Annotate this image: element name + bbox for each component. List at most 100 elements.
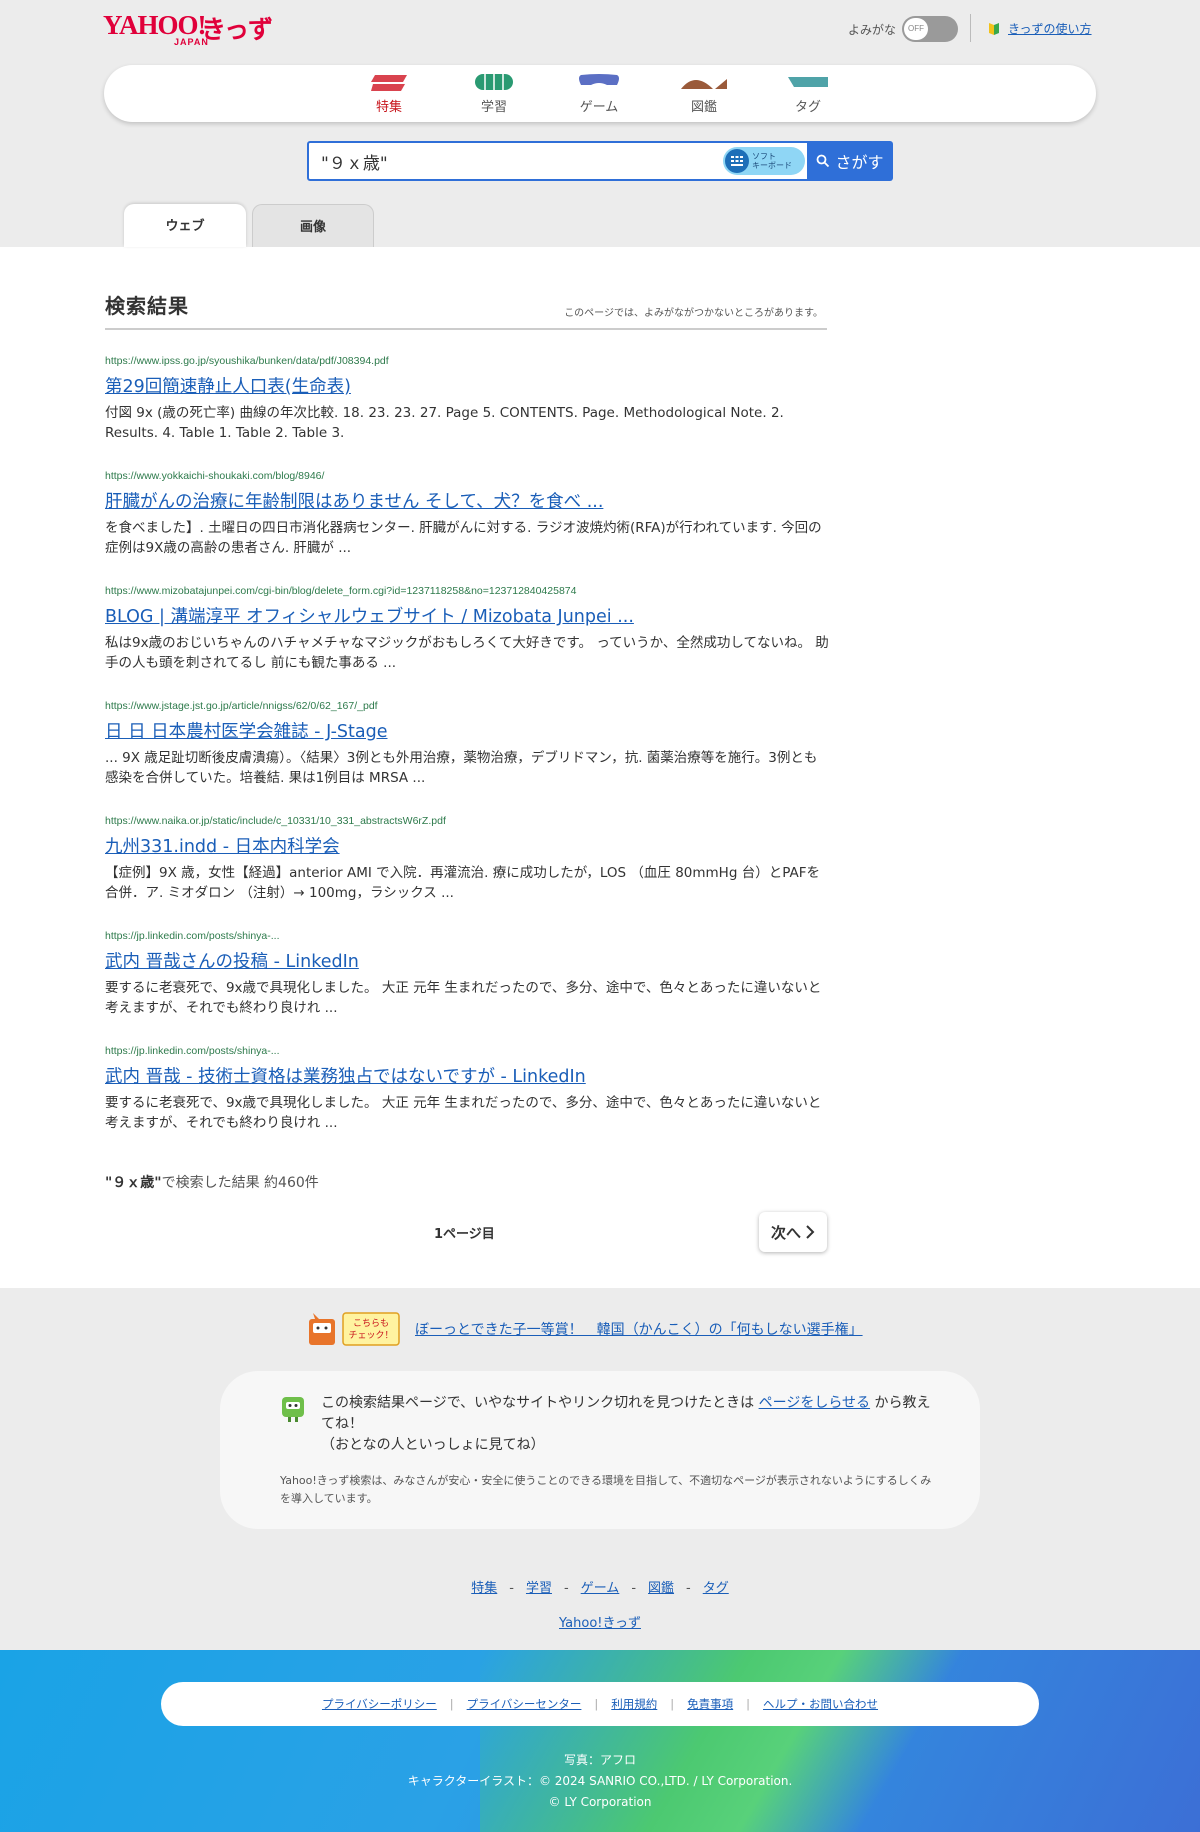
soft-keyboard-button[interactable]: ソフト キーボード [723, 147, 805, 175]
result-item: https://www.yokkaichi-shoukaki.com/blog/… [105, 470, 830, 558]
search-input[interactable] [321, 150, 721, 172]
nav-item-feature[interactable]: 特集 [349, 71, 429, 115]
copyright: © LY Corporation [548, 1795, 652, 1809]
search-bar: ソフト キーボード さがす [307, 141, 893, 181]
yomigana-toggle[interactable]: OFF [902, 16, 959, 42]
footer-home-link[interactable]: Yahoo!きっず [559, 1616, 641, 1631]
result-title-link[interactable]: 第29回簡速静止人口表(生命表) [105, 373, 830, 398]
result-snippet: 要するに老衰死で、9x歳で具現化しました。 大正 元年 生まれだったので、多分、… [105, 1095, 822, 1131]
footer-link-game[interactable]: ゲーム [581, 1581, 620, 1596]
yahoo-kids-logo[interactable]: YAHOO! きっず JAPAN [103, 10, 283, 47]
header-area: YAHOO! きっず JAPAN よみがな OFF きっずの使い方 特集 学習 … [0, 0, 1200, 247]
result-title-link[interactable]: 日 日 日本農村医学会雑誌 - J-Stage [105, 718, 830, 743]
softkb-line2: キーボード [752, 161, 792, 170]
result-snippet: ... 9X 歳足趾切断後皮膚潰瘍）。〈結果〉3例とも外用治療，薬物治療，デブリ… [105, 750, 818, 786]
tab-image[interactable]: 画像 [252, 204, 374, 247]
search-button[interactable]: さがす [807, 141, 893, 181]
report-text: この検索結果ページで、いやなサイトやリンク切れを見つけたときは ページをしらせる… [321, 1393, 936, 1456]
yomigana-control: よみがな OFF [848, 16, 959, 42]
robot-icon [282, 1397, 304, 1422]
search-button-label: さがす [835, 153, 884, 172]
study-icon [475, 74, 513, 90]
search-box: ソフト キーボード [307, 141, 809, 181]
nav-label-tag: タグ [794, 100, 821, 115]
category-nav: 特集 学習 ゲーム 図鑑 タグ [104, 65, 1096, 122]
soft-keyboard-label: ソフト キーボード [752, 152, 792, 170]
site-footer: プライバシーポリシー | プライバシーセンター | 利用規約 | 免責事項 | ヘルプ・… [0, 1650, 1200, 1832]
result-item: https://www.ipss.go.jp/syoushika/bunken/… [105, 355, 830, 443]
promo-mascot: こちらも チェック！ [305, 1309, 401, 1349]
nav-item-game[interactable]: ゲーム [559, 71, 639, 115]
info-section: こちらも チェック！ ぼーっとできた子一等賞！ 韓国（かんこく）の「何もしない選… [0, 1288, 1200, 1650]
nav-item-encyclopedia[interactable]: 図鑑 [664, 71, 744, 115]
promo-badge-line2: チェック！ [348, 1330, 393, 1341]
report-box: この検索結果ページで、いやなサイトやリンク切れを見つけたときは ページをしらせる… [220, 1371, 980, 1529]
terms-link[interactable]: 利用規約 [611, 1696, 657, 1712]
result-title-link[interactable]: 武内 晋哉さんの投稿 - LinkedIn [105, 948, 830, 973]
encyclopedia-icon [681, 79, 727, 89]
promo-banner: こちらも チェック！ ぼーっとできた子一等賞！ 韓国（かんこく）の「何もしない選… [305, 1309, 863, 1349]
howto-link-group[interactable]: きっずの使い方 [986, 20, 1092, 37]
nav-label-encyclopedia: 図鑑 [690, 100, 717, 115]
chevron-right-icon [806, 1225, 815, 1239]
promo-link[interactable]: ぼーっとできた子一等賞！ 韓国（かんこく）の「何もしない選手権」 [415, 1319, 863, 1339]
safety-note: Yahoo!きっず検索は、みなさんが安心・安全に使うことのできる環境を目指して、… [280, 1474, 932, 1505]
result-url: https://jp.linkedin.com/posts/shinya-... [105, 930, 280, 942]
result-item: https://jp.linkedin.com/posts/shinya-...… [105, 1045, 830, 1133]
credit-photo: 写真：アフロ [563, 1753, 636, 1767]
next-page-button[interactable]: 次へ [759, 1212, 827, 1252]
keyboard-icon [725, 149, 749, 173]
credits: 写真：アフロ キャラクターイラスト：© 2024 SANRIO CO.,LTD.… [0, 1750, 1200, 1813]
game-icon [579, 74, 619, 85]
next-label: 次へ [770, 1223, 801, 1242]
report-text-line2: （おとなの人といっしょに見てね） [321, 1437, 545, 1453]
tab-web[interactable]: ウェブ [124, 204, 246, 247]
result-url: https://www.jstage.jst.go.jp/article/nni… [105, 700, 378, 712]
feature-icon [371, 75, 407, 91]
howto-link[interactable]: きっずの使い方 [1008, 20, 1092, 37]
nav-label-feature: 特集 [375, 100, 402, 115]
privacy-policy-link[interactable]: プライバシーポリシー [322, 1696, 437, 1712]
promo-badge-line1: こちらも [353, 1318, 389, 1329]
result-item: https://www.naika.or.jp/static/include/c… [105, 815, 830, 903]
header-divider [970, 14, 971, 42]
result-snippet: を食べました】. 土曜日の四日市消化器病センター. 肝臓がんに対する. ラジオ波… [105, 520, 822, 556]
result-count-text: で検索した結果 約460件 [161, 1175, 319, 1191]
result-url: https://www.ipss.go.jp/syoushika/bunken/… [105, 355, 389, 367]
yomigana-note: このページでは、よみがながつかないところがあります。 [564, 308, 823, 319]
result-title-link[interactable]: BLOG | 溝端淳平 オフィシャルウェブサイト / Mizobata Junp… [105, 603, 830, 628]
search-icon [817, 154, 830, 168]
result-item: https://www.mizobatajunpei.com/cgi-bin/b… [105, 585, 830, 673]
footer-link-study[interactable]: 学習 [526, 1581, 552, 1596]
footer-link-feature[interactable]: 特集 [471, 1581, 497, 1596]
nav-item-tag[interactable]: タグ [768, 71, 848, 115]
result-title-link[interactable]: 肝臓がんの治療に年齢制限はありません そして、犬？を食べ ... [105, 488, 830, 513]
footer-category-links: 特集 - 学習 - ゲーム - 図鑑 - タグ [471, 1581, 729, 1596]
report-page-link[interactable]: ページをしらせる [759, 1395, 870, 1411]
result-url: https://jp.linkedin.com/posts/shinya-... [105, 1045, 280, 1057]
result-item: https://jp.linkedin.com/posts/shinya-...… [105, 930, 830, 1018]
credit-illustration: キャラクターイラスト：© 2024 SANRIO CO.,LTD. / LY C… [407, 1774, 793, 1788]
disclaimer-link[interactable]: 免責事項 [687, 1696, 733, 1712]
result-title-link[interactable]: 武内 晋哉 - 技術士資格は業務独占ではないですが - LinkedIn [105, 1063, 830, 1088]
result-url: https://www.mizobatajunpei.com/cgi-bin/b… [105, 585, 577, 597]
beginner-mark-icon [989, 22, 999, 35]
tag-icon [788, 77, 828, 87]
result-url: https://www.naika.or.jp/static/include/c… [105, 815, 446, 827]
footer-link-tag[interactable]: タグ [703, 1581, 729, 1596]
footer-home: Yahoo!きっず [0, 1612, 1200, 1631]
logo-kids-text: きっず [201, 15, 273, 44]
nav-label-game: ゲーム [579, 100, 619, 115]
report-text-before: この検索結果ページで、いやなサイトやリンク切れを見つけたときは [321, 1395, 759, 1411]
logo-japan-text: JAPAN [174, 37, 209, 47]
page-number: 1ページ目 [434, 1227, 495, 1242]
nav-item-study[interactable]: 学習 [454, 71, 534, 115]
result-count: "９ｘ歳"で検索した結果 約460件 [105, 1172, 319, 1192]
result-item: https://www.jstage.jst.go.jp/article/nni… [105, 700, 830, 788]
privacy-center-link[interactable]: プライバシーセンター [467, 1696, 582, 1712]
help-contact-link[interactable]: ヘルプ・お問い合わせ [763, 1696, 878, 1712]
result-title-link[interactable]: 九州331.indd - 日本内科学会 [105, 833, 830, 858]
results-header: 検索結果 このページでは、よみがながつかないところがあります。 [105, 286, 827, 330]
footer-link-encyclopedia[interactable]: 図鑑 [648, 1581, 674, 1596]
softkb-line1: ソフト [752, 152, 776, 161]
